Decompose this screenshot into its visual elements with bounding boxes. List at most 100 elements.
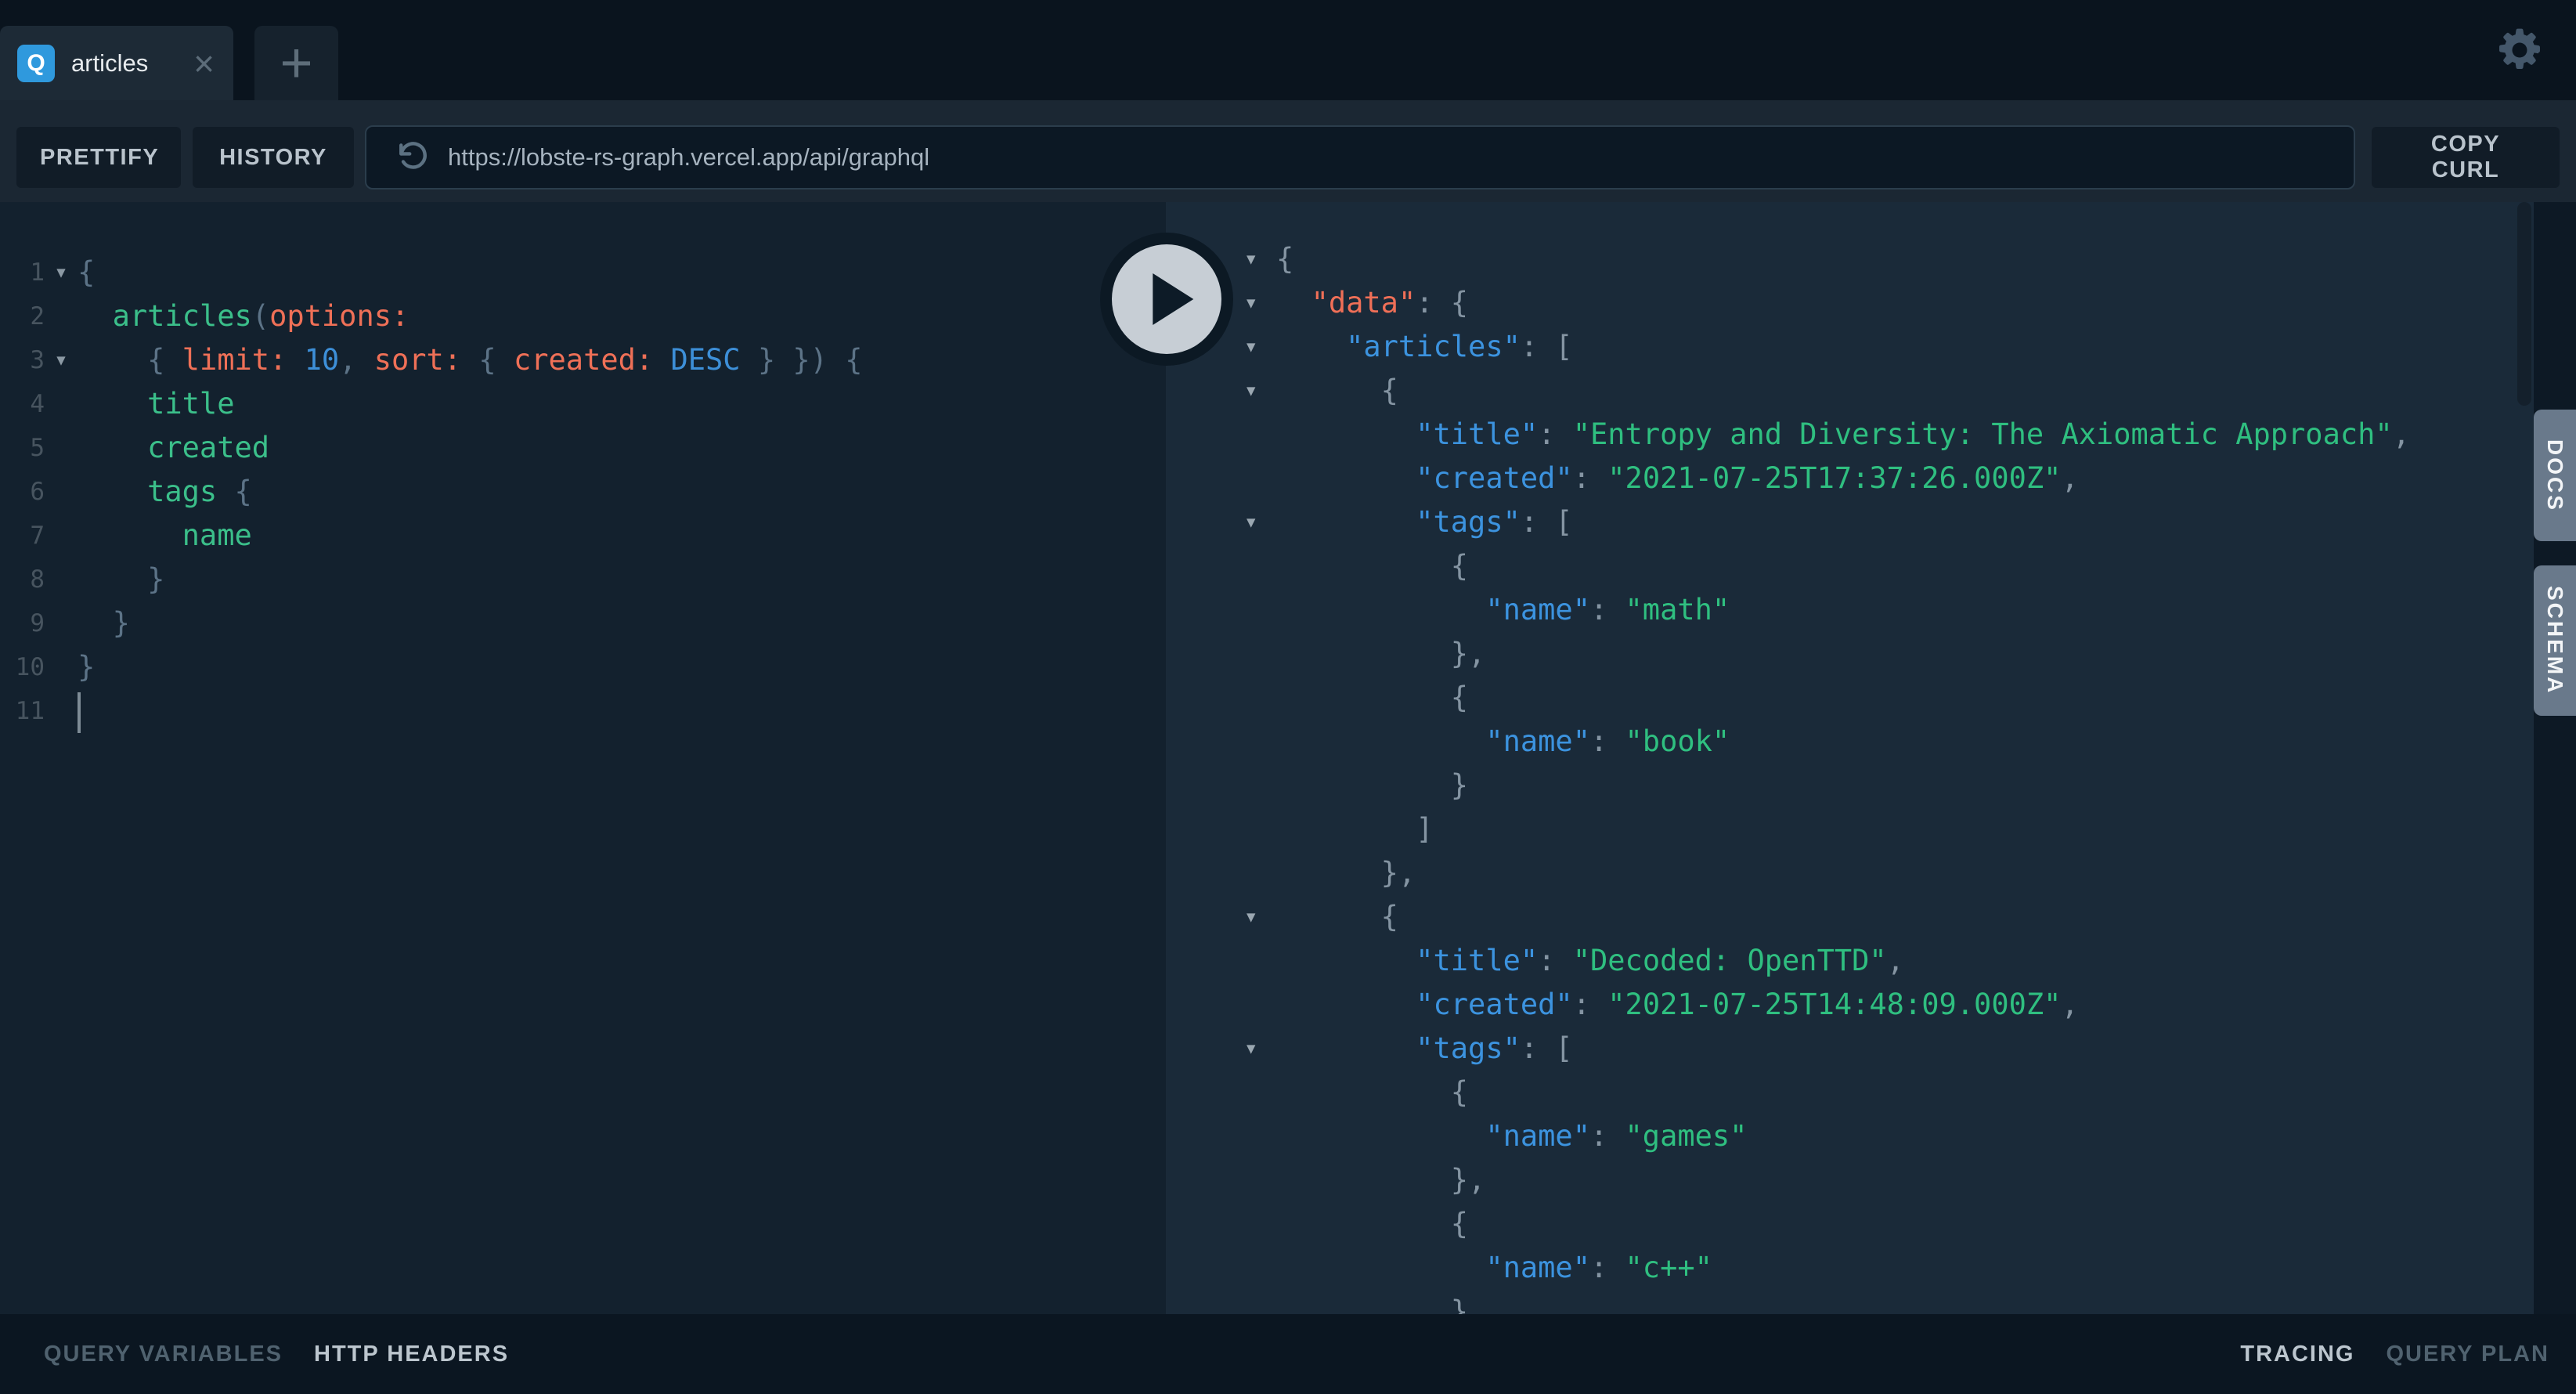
response-line: }, xyxy=(1166,632,2534,676)
response-viewer: ▼{▼ "data": {▼ "articles": [▼ { "title":… xyxy=(1166,202,2534,1314)
settings-button[interactable] xyxy=(2496,27,2543,74)
response-line: ▼ "tags": [ xyxy=(1166,500,2534,544)
tab-schema[interactable]: SCHEMA xyxy=(2534,565,2576,716)
response-line: }, xyxy=(1166,1290,2534,1314)
line-number: 11 xyxy=(0,689,45,733)
code-text: "title": "Decoded: OpenTTD", xyxy=(1276,939,1904,983)
query-type-badge: Q xyxy=(17,45,55,82)
editor-line: 10} xyxy=(0,645,1166,689)
code-text: articles(options: xyxy=(78,294,409,338)
code-text: { xyxy=(1276,369,1398,413)
editor-line: 5 created xyxy=(0,426,1166,470)
response-line: ▼ { xyxy=(1166,895,2534,939)
code-text: } xyxy=(78,601,130,645)
endpoint-input[interactable]: https://lobste-rs-graph.vercel.app/api/g… xyxy=(365,125,2355,190)
response-line: "created": "2021-07-25T17:37:26.000Z", xyxy=(1166,457,2534,500)
tab-label: articles xyxy=(71,49,148,78)
editor-line: 1▼{ xyxy=(0,251,1166,294)
code-text: { xyxy=(1276,544,1468,588)
history-button[interactable]: HISTORY xyxy=(193,127,354,188)
fold-gutter xyxy=(45,294,78,338)
fold-gutter xyxy=(1166,457,1276,500)
code-text: }, xyxy=(1276,1290,1485,1314)
fold-gutter xyxy=(1166,983,1276,1027)
response-line: { xyxy=(1166,1202,2534,1246)
code-text: }, xyxy=(1276,851,1416,895)
replay-icon xyxy=(395,140,429,175)
copy-curl-button[interactable]: COPY CURL xyxy=(2372,127,2560,188)
response-line: { xyxy=(1166,544,2534,588)
http-headers-tab[interactable]: HTTP HEADERS xyxy=(314,1342,509,1367)
new-tab-button[interactable]: + xyxy=(254,26,338,100)
query-plan-tab[interactable]: QUERY PLAN xyxy=(2386,1342,2549,1367)
fold-gutter xyxy=(1166,1114,1276,1158)
prettify-button[interactable]: PRETTIFY xyxy=(16,127,181,188)
response-line: ▼ "articles": [ xyxy=(1166,325,2534,369)
close-tab-icon[interactable]: × xyxy=(193,45,215,81)
tab-bar: Q articles × + xyxy=(0,0,2576,100)
code-text: "tags": [ xyxy=(1276,500,1573,544)
fold-gutter xyxy=(1166,1202,1276,1246)
fold-gutter xyxy=(1166,764,1276,807)
fold-toggle-icon[interactable]: ▼ xyxy=(1166,369,1276,413)
code-text: "name": "math" xyxy=(1276,588,1730,632)
response-line: } xyxy=(1166,764,2534,807)
code-text: "name": "c++" xyxy=(1276,1246,1712,1290)
fold-gutter xyxy=(1166,807,1276,851)
code-text: } xyxy=(78,645,95,689)
fold-gutter xyxy=(45,645,78,689)
response-line: }, xyxy=(1166,851,2534,895)
fold-gutter xyxy=(1166,1158,1276,1202)
code-text: } xyxy=(1276,764,1468,807)
editor-line: 2 articles(options: xyxy=(0,294,1166,338)
code-text: "articles": [ xyxy=(1276,325,1573,369)
editor-line: 9 } xyxy=(0,601,1166,645)
line-number: 3 xyxy=(0,338,45,382)
query-editor[interactable]: 1▼{2 articles(options:3▼ { limit: 10, so… xyxy=(0,202,1166,1314)
fold-toggle-icon[interactable]: ▼ xyxy=(45,251,78,294)
line-number: 8 xyxy=(0,558,45,601)
fold-gutter xyxy=(1166,413,1276,457)
graphql-playground: Q articles × + PRETTIFY HISTORY https://… xyxy=(0,0,2576,1394)
tab-articles[interactable]: Q articles × xyxy=(0,26,233,100)
execute-button[interactable] xyxy=(1100,233,1233,366)
response-line: "name": "book" xyxy=(1166,720,2534,764)
fold-toggle-icon[interactable]: ▼ xyxy=(1166,1027,1276,1071)
main-area: 1▼{2 articles(options:3▼ { limit: 10, so… xyxy=(0,202,2576,1314)
endpoint-url: https://lobste-rs-graph.vercel.app/api/g… xyxy=(448,143,929,172)
response-scrollbar[interactable] xyxy=(2517,202,2531,406)
fold-toggle-icon[interactable]: ▼ xyxy=(45,338,78,382)
editor-line: 6 tags { xyxy=(0,470,1166,514)
code-text: ] xyxy=(1276,807,1434,851)
fold-gutter xyxy=(45,426,78,470)
query-variables-tab[interactable]: QUERY VARIABLES xyxy=(44,1342,283,1367)
fold-toggle-icon[interactable]: ▼ xyxy=(1166,895,1276,939)
line-number: 10 xyxy=(0,645,45,689)
fold-toggle-icon[interactable]: ▼ xyxy=(1166,500,1276,544)
code-text: } xyxy=(78,558,164,601)
fold-gutter xyxy=(45,514,78,558)
response-line: { xyxy=(1166,1071,2534,1114)
response-line: { xyxy=(1166,676,2534,720)
tracing-tab[interactable]: TRACING xyxy=(2240,1342,2354,1367)
tab-docs[interactable]: DOCS xyxy=(2534,410,2576,541)
fold-gutter xyxy=(45,558,78,601)
fold-gutter xyxy=(1166,676,1276,720)
fold-gutter xyxy=(1166,544,1276,588)
response-line: ▼ "tags": [ xyxy=(1166,1027,2534,1071)
fold-gutter xyxy=(1166,939,1276,983)
fold-gutter xyxy=(1166,720,1276,764)
line-number: 1 xyxy=(0,251,45,294)
response-code: ▼{▼ "data": {▼ "articles": [▼ { "title":… xyxy=(1166,202,2534,1314)
response-line: "name": "math" xyxy=(1166,588,2534,632)
toolbar: PRETTIFY HISTORY https://lobste-rs-graph… xyxy=(0,100,2576,202)
code-text: name xyxy=(78,514,252,558)
editor-line: 4 title xyxy=(0,382,1166,426)
code-text: }, xyxy=(1276,1158,1485,1202)
fold-gutter xyxy=(45,382,78,426)
code-text xyxy=(78,689,81,733)
editor-line: 8 } xyxy=(0,558,1166,601)
response-line: "created": "2021-07-25T14:48:09.000Z", xyxy=(1166,983,2534,1027)
code-text: "created": "2021-07-25T17:37:26.000Z", xyxy=(1276,457,2079,500)
line-number: 7 xyxy=(0,514,45,558)
